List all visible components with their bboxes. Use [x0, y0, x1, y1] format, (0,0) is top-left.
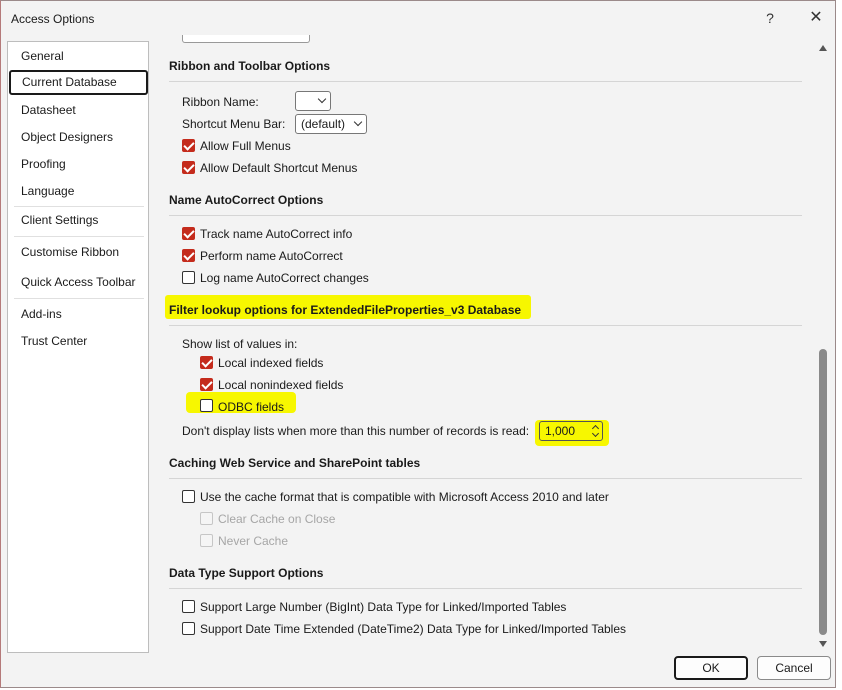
nav-item-datasheet[interactable]: Datasheet: [8, 98, 148, 123]
scroll-down-arrow-icon[interactable]: [819, 641, 827, 647]
perform-autocorrect-checkbox[interactable]: [182, 249, 195, 262]
section-divider: [169, 215, 802, 216]
scrollbar-thumb[interactable]: [819, 349, 827, 635]
chevron-down-icon: [353, 117, 363, 127]
shortcut-menu-dropdown[interactable]: (default): [295, 114, 367, 134]
odbc-fields-label: ODBC fields: [218, 400, 285, 414]
options-content: Ribbon and Toolbar Options Ribbon Name: …: [155, 35, 831, 655]
cancel-button[interactable]: Cancel: [757, 656, 831, 680]
access-options-dialog: Access Options ? ✕ General Current Datab…: [0, 0, 836, 688]
section-divider: [169, 81, 802, 82]
nav-item-quick-access-toolbar[interactable]: Quick Access Toolbar: [8, 270, 148, 295]
local-nonindexed-label: Local nonindexed fields: [218, 378, 344, 392]
allow-full-menus-checkbox[interactable]: [182, 139, 195, 152]
nav-item-add-ins[interactable]: Add-ins: [8, 302, 148, 327]
chevron-down-icon: [317, 94, 327, 104]
track-autocorrect-label: Track name AutoCorrect info: [200, 227, 353, 241]
perform-autocorrect-label: Perform name AutoCorrect: [200, 249, 343, 263]
nav-separator: [14, 206, 144, 207]
shortcut-menu-label: Shortcut Menu Bar:: [182, 117, 286, 131]
log-autocorrect-checkbox[interactable]: [182, 271, 195, 284]
nav-item-object-designers[interactable]: Object Designers: [8, 125, 148, 150]
shortcut-menu-value: (default): [301, 117, 346, 131]
show-list-label: Show list of values in:: [182, 337, 298, 351]
ribbon-name-dropdown[interactable]: [295, 91, 331, 111]
help-button[interactable]: ?: [759, 7, 781, 29]
datetime2-checkbox[interactable]: [182, 622, 195, 635]
clear-cache-label: Clear Cache on Close: [218, 512, 336, 526]
clear-cache-checkbox: [200, 512, 213, 525]
nav-item-language[interactable]: Language: [8, 179, 148, 204]
records-value: 1,000: [545, 424, 576, 438]
section-heading-autocorrect: Name AutoCorrect Options: [169, 193, 324, 207]
bigint-checkbox[interactable]: [182, 600, 195, 613]
bigint-label: Support Large Number (BigInt) Data Type …: [200, 600, 567, 614]
nav-item-general[interactable]: General: [8, 44, 148, 69]
partially-visible-field: [182, 35, 310, 43]
use-cache-label: Use the cache format that is compatible …: [200, 490, 609, 504]
nav-item-client-settings[interactable]: Client Settings: [8, 208, 148, 233]
section-heading-filter-lookup: Filter lookup options for ExtendedFilePr…: [169, 303, 522, 317]
ok-button[interactable]: OK: [674, 656, 748, 680]
odbc-fields-checkbox[interactable]: [200, 399, 213, 412]
local-indexed-checkbox[interactable]: [200, 356, 213, 369]
local-indexed-label: Local indexed fields: [218, 356, 324, 370]
section-divider: [169, 325, 802, 326]
nav-separator: [14, 236, 144, 237]
section-divider: [169, 478, 802, 479]
nav-separator: [14, 298, 144, 299]
nav-item-current-database[interactable]: Current Database: [9, 70, 148, 95]
ribbon-name-label: Ribbon Name:: [182, 95, 259, 109]
close-button[interactable]: ✕: [804, 7, 828, 29]
track-autocorrect-checkbox[interactable]: [182, 227, 195, 240]
section-heading-ribbon: Ribbon and Toolbar Options: [169, 59, 331, 73]
never-cache-label: Never Cache: [218, 534, 289, 548]
allow-full-menus-label: Allow Full Menus: [200, 139, 291, 153]
dialog-title: Access Options: [11, 12, 95, 26]
local-nonindexed-checkbox[interactable]: [200, 378, 213, 391]
nav-item-trust-center[interactable]: Trust Center: [8, 329, 148, 354]
options-nav: General Current Database Datasheet Objec…: [7, 41, 149, 653]
never-cache-checkbox: [200, 534, 213, 547]
nav-item-proofing[interactable]: Proofing: [8, 152, 148, 177]
use-cache-checkbox[interactable]: [182, 490, 195, 503]
spin-down-icon[interactable]: [591, 429, 600, 438]
log-autocorrect-label: Log name AutoCorrect changes: [200, 271, 369, 285]
content-scrollbar[interactable]: [816, 41, 830, 651]
section-heading-datatype: Data Type Support Options: [169, 566, 324, 580]
datetime2-label: Support Date Time Extended (DateTime2) D…: [200, 622, 626, 636]
section-heading-caching: Caching Web Service and SharePoint table…: [169, 456, 421, 470]
records-spinbox[interactable]: 1,000: [539, 421, 603, 441]
section-divider: [169, 588, 802, 589]
allow-default-shortcut-checkbox[interactable]: [182, 161, 195, 174]
scroll-up-arrow-icon[interactable]: [819, 45, 827, 51]
nav-item-customise-ribbon[interactable]: Customise Ribbon: [8, 240, 148, 265]
title-bar: Access Options ? ✕: [1, 1, 835, 35]
dont-display-label: Don't display lists when more than this …: [182, 424, 530, 438]
allow-default-shortcut-label: Allow Default Shortcut Menus: [200, 161, 358, 175]
